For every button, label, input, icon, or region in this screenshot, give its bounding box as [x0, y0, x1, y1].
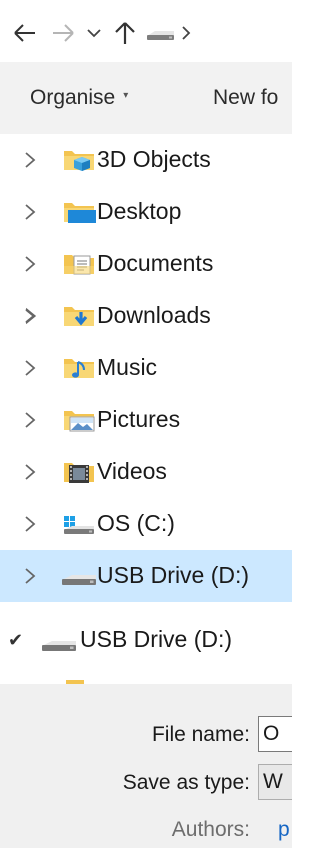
- expand-chevron-icon: [25, 516, 36, 532]
- tree-item-label: OS (C:): [97, 510, 175, 536]
- expand-chevron-icon: [25, 464, 36, 480]
- expand-chevron-icon: [25, 204, 36, 220]
- organise-menu-button[interactable]: Organise ▾: [30, 86, 128, 110]
- new-folder-label: New fo: [213, 86, 279, 109]
- downloads-folder-icon: [64, 307, 94, 326]
- chevron-right-icon: [182, 26, 191, 40]
- location-label: USB Drive (D:): [80, 626, 233, 652]
- usb-drive-icon: [62, 575, 96, 585]
- authors-link[interactable]: p: [278, 818, 290, 842]
- arrow-left-icon: [14, 24, 35, 42]
- tree-item-label: Pictures: [97, 406, 181, 432]
- tree-item-label: Downloads: [97, 302, 211, 328]
- tree-item-music[interactable]: Music: [0, 342, 292, 394]
- tree-item-label: Desktop: [97, 198, 182, 224]
- save-as-type-select[interactable]: W: [258, 764, 292, 800]
- tree-item-videos[interactable]: Videos: [0, 446, 292, 498]
- tree-item-label: Music: [97, 354, 158, 380]
- chevron-down-icon: [87, 29, 101, 38]
- tree-item-label: Documents: [97, 250, 214, 276]
- tree-item-label: USB Drive (D:): [97, 562, 250, 588]
- organise-label: Organise: [30, 86, 116, 109]
- tree-item-3d-objects[interactable]: 3D Objects: [0, 134, 292, 186]
- file-name-label: File name:: [151, 723, 250, 746]
- breadcrumb-separator-button[interactable]: [176, 20, 196, 46]
- back-button[interactable]: [12, 20, 38, 46]
- music-folder-icon: [64, 359, 94, 378]
- save-as-type-label: Save as type:: [122, 771, 250, 794]
- tree-item-pictures[interactable]: Pictures: [0, 394, 292, 446]
- expand-chevron-icon: [25, 256, 36, 272]
- tree-item-desktop[interactable]: Desktop: [0, 186, 292, 238]
- authors-label: Authors:: [171, 818, 250, 841]
- tree-item-os-c[interactable]: OS (C:): [0, 498, 292, 550]
- arrow-right-icon: [53, 24, 74, 42]
- tree-item-label: 3D Objects: [97, 146, 211, 172]
- expand-chevron-icon: [25, 360, 36, 376]
- forward-button[interactable]: [50, 20, 76, 46]
- usb-drive-icon: [42, 641, 76, 651]
- windows-drive-icon: [64, 516, 94, 534]
- documents-folder-icon: [64, 255, 94, 275]
- new-folder-button[interactable]: New fo: [213, 86, 278, 110]
- usb-drive-icon: [147, 31, 174, 40]
- tree-item-label: Videos: [97, 458, 167, 484]
- expand-chevron-icon: [25, 307, 37, 325]
- tree-item-documents[interactable]: Documents: [0, 238, 292, 290]
- tree-item-downloads[interactable]: Downloads: [0, 290, 292, 342]
- navigation-bar: [0, 0, 292, 62]
- address-drive-icon-button[interactable]: [144, 20, 176, 46]
- expand-chevron-icon: [25, 412, 36, 428]
- expand-chevron-icon: [25, 152, 36, 168]
- 3d-objects-folder-icon: [64, 151, 94, 171]
- pictures-folder-icon: [64, 411, 95, 432]
- file-name-input[interactable]: O: [258, 716, 292, 752]
- current-location-item[interactable]: ✔ USB Drive (D:): [0, 614, 292, 668]
- checkmark-icon: ✔: [8, 630, 24, 650]
- arrow-up-icon: [115, 22, 135, 44]
- command-bar: Organise ▾ New fo: [0, 62, 292, 134]
- tree-item-usb-drive[interactable]: USB Drive (D:): [0, 550, 292, 602]
- expand-chevron-icon: [25, 568, 36, 584]
- up-button[interactable]: [112, 20, 138, 46]
- desktop-folder-icon: [64, 203, 96, 223]
- dropdown-caret-icon: ▾: [123, 90, 129, 101]
- recent-locations-button[interactable]: [84, 20, 104, 46]
- videos-folder-icon: [64, 463, 94, 483]
